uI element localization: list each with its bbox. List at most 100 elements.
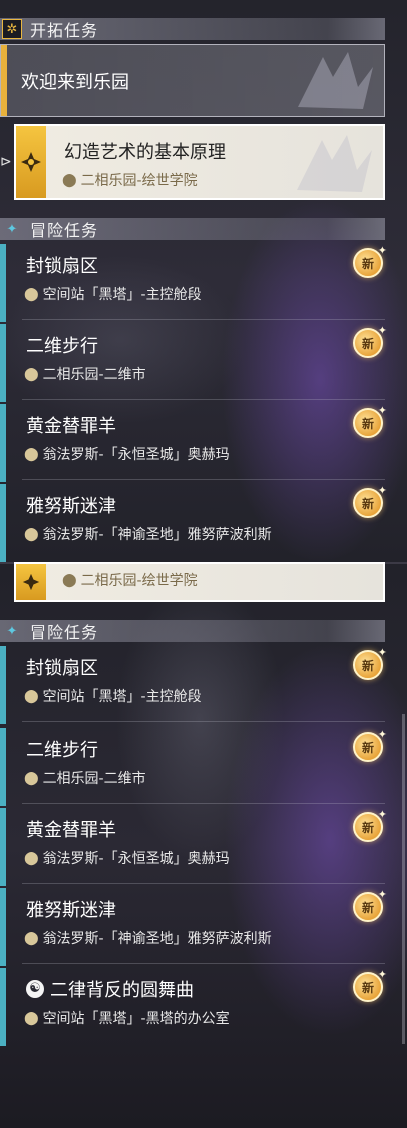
quest-title: 二律背反的圆舞曲 bbox=[50, 980, 194, 1001]
new-badge: 新 bbox=[353, 808, 387, 842]
quest-title-wrapper: ☯ 二律背反的圆舞曲 bbox=[26, 976, 194, 1002]
divider bbox=[22, 721, 385, 722]
divider bbox=[22, 399, 385, 400]
location-pin-icon: ⬤ bbox=[24, 688, 39, 704]
divider bbox=[22, 883, 385, 884]
selection-arrow-icon: ⊳ bbox=[0, 154, 12, 170]
new-badge: 新 bbox=[353, 324, 387, 358]
quest-title: 黄金替罪羊 bbox=[26, 820, 116, 841]
adventure-quest-item[interactable]: 封锁扇区 ⬤ 空间站「黑塔」-主控舱段 新 bbox=[0, 244, 387, 322]
trailblaze-header-label: 开拓任务 bbox=[30, 21, 99, 40]
adventure-quest-item[interactable]: 雅努斯迷津 ⬤ 翁法罗斯-「神谕圣地」雅努萨波利斯 新 bbox=[0, 484, 387, 562]
quest-location: ⬤ 二相乐园-绘世学院 bbox=[62, 170, 198, 190]
quest-location: ⬤ 翁法罗斯-「神谕圣地」雅努萨波利斯 bbox=[24, 928, 272, 948]
quest-location: ⬤ 空间站「黑塔」-主控舱段 bbox=[24, 284, 202, 304]
location-pin-icon: ⬤ bbox=[24, 850, 39, 866]
quest-title: 雅努斯迷津 bbox=[26, 900, 116, 921]
new-badge: 新 bbox=[353, 968, 387, 1002]
trailblaze-quest-welcome[interactable]: 欢迎来到乐园 bbox=[0, 44, 385, 117]
adventure-icon: ✦ bbox=[6, 623, 18, 639]
quest-accent-bar bbox=[0, 808, 6, 886]
trailblaze-quest-badge-icon bbox=[16, 126, 46, 198]
quest-accent-bar bbox=[0, 728, 6, 806]
quest-title: 封锁扇区 bbox=[26, 256, 98, 277]
trailblaze-quest-selected-partial[interactable]: ⬤ 二相乐园-绘世学院 bbox=[14, 562, 385, 602]
quest-location: ⬤ 翁法罗斯-「永恒圣城」奥赫玛 bbox=[24, 444, 230, 464]
decorative-emblem-icon bbox=[297, 135, 372, 192]
new-badge: 新 bbox=[353, 244, 387, 278]
divider bbox=[22, 479, 385, 480]
quest-location: ⬤ 翁法罗斯-「永恒圣城」奥赫玛 bbox=[24, 848, 230, 868]
quest-location-text: 空间站「黑塔」-黑塔的办公室 bbox=[42, 1011, 230, 1027]
quest-location: ⬤ 二相乐园-二维市 bbox=[24, 768, 146, 788]
quest-location: ⬤ 空间站「黑塔」-主控舱段 bbox=[24, 686, 202, 706]
adventure-quest-item[interactable]: 黄金替罪羊 ⬤ 翁法罗斯-「永恒圣城」奥赫玛 新 bbox=[0, 808, 387, 886]
new-badge: 新 bbox=[353, 404, 387, 438]
location-pin-icon: ⬤ bbox=[62, 572, 77, 588]
quest-title: 二维步行 bbox=[26, 740, 98, 761]
quest-title: 二维步行 bbox=[26, 336, 98, 357]
new-badge: 新 bbox=[353, 484, 387, 518]
quest-accent-bar bbox=[0, 888, 6, 966]
quest-location-text: 二相乐园-绘世学院 bbox=[80, 573, 198, 589]
quest-location-text: 翁法罗斯-「神谕圣地」雅努萨波利斯 bbox=[42, 527, 272, 543]
adventure-quest-item[interactable]: ☯ 二律背反的圆舞曲 ⬤ 空间站「黑塔」-黑塔的办公室 新 bbox=[0, 968, 387, 1046]
location-pin-icon: ⬤ bbox=[24, 1010, 39, 1026]
quest-panel-bottom: ⬤ 二相乐园-绘世学院 ✦ 冒险任务 封锁扇区 ⬤ 空间站「黑塔」-主控舱段 新 … bbox=[0, 562, 407, 1128]
location-pin-icon: ⬤ bbox=[24, 930, 39, 946]
quest-location-text: 翁法罗斯-「永恒圣城」奥赫玛 bbox=[42, 851, 230, 867]
adventure-header-label: 冒险任务 bbox=[30, 623, 99, 642]
adventure-header: ✦ 冒险任务 bbox=[0, 218, 385, 240]
location-pin-icon: ⬤ bbox=[24, 286, 39, 302]
new-badge: 新 bbox=[353, 728, 387, 762]
adventure-quest-item[interactable]: 二维步行 ⬤ 二相乐园-二维市 新 bbox=[0, 324, 387, 402]
quest-location-text: 二相乐园-绘世学院 bbox=[80, 173, 198, 189]
trailblaze-icon: ✲ bbox=[2, 19, 22, 39]
quest-title: 幻造艺术的基本原理 bbox=[64, 142, 226, 163]
scrollbar[interactable] bbox=[402, 714, 405, 1044]
trailblaze-quest-badge-icon bbox=[16, 564, 46, 600]
quest-accent-bar bbox=[0, 324, 6, 402]
swirl-icon: ☯ bbox=[26, 980, 44, 998]
quest-accent-bar bbox=[0, 968, 6, 1046]
quest-accent-bar bbox=[1, 45, 7, 116]
quest-location: ⬤ 二相乐园-二维市 bbox=[24, 364, 146, 384]
new-badge: 新 bbox=[353, 646, 387, 680]
location-pin-icon: ⬤ bbox=[24, 366, 39, 382]
adventure-quest-item[interactable]: 封锁扇区 ⬤ 空间站「黑塔」-主控舱段 新 bbox=[0, 646, 387, 724]
trailblaze-header: ✲ 开拓任务 bbox=[0, 18, 385, 40]
quest-title: 欢迎来到乐园 bbox=[21, 71, 129, 93]
adventure-icon: ✦ bbox=[6, 221, 18, 237]
quest-location-text: 空间站「黑塔」-主控舱段 bbox=[42, 689, 202, 705]
location-pin-icon: ⬤ bbox=[24, 526, 39, 542]
quest-location-text: 空间站「黑塔」-主控舱段 bbox=[42, 287, 202, 303]
quest-location: ⬤ 二相乐园-绘世学院 bbox=[62, 570, 198, 590]
location-pin-icon: ⬤ bbox=[24, 770, 39, 786]
quest-location: ⬤ 空间站「黑塔」-黑塔的办公室 bbox=[24, 1008, 230, 1028]
adventure-quest-item[interactable]: 雅努斯迷津 ⬤ 翁法罗斯-「神谕圣地」雅努萨波利斯 新 bbox=[0, 888, 387, 966]
adventure-header: ✦ 冒险任务 bbox=[0, 620, 385, 642]
quest-title: 封锁扇区 bbox=[26, 658, 98, 679]
divider bbox=[22, 963, 385, 964]
divider bbox=[22, 803, 385, 804]
divider bbox=[22, 319, 385, 320]
location-pin-icon: ⬤ bbox=[24, 446, 39, 462]
quest-accent-bar bbox=[0, 404, 6, 482]
quest-location-text: 二相乐园-二维市 bbox=[42, 771, 146, 787]
quest-accent-bar bbox=[0, 646, 6, 724]
decorative-emblem-icon bbox=[298, 52, 373, 109]
trailblaze-quest-selected[interactable]: 幻造艺术的基本原理 ⬤ 二相乐园-绘世学院 bbox=[14, 124, 385, 200]
quest-location-text: 翁法罗斯-「永恒圣城」奥赫玛 bbox=[42, 447, 230, 463]
quest-location-text: 翁法罗斯-「神谕圣地」雅努萨波利斯 bbox=[42, 931, 272, 947]
location-pin-icon: ⬤ bbox=[62, 172, 77, 188]
quest-accent-bar bbox=[0, 484, 6, 562]
adventure-quest-item[interactable]: 黄金替罪羊 ⬤ 翁法罗斯-「永恒圣城」奥赫玛 新 bbox=[0, 404, 387, 482]
quest-title: 黄金替罪羊 bbox=[26, 416, 116, 437]
quest-title: 雅努斯迷津 bbox=[26, 496, 116, 517]
adventure-header-label: 冒险任务 bbox=[30, 221, 99, 240]
quest-accent-bar bbox=[0, 244, 6, 322]
adventure-quest-item[interactable]: 二维步行 ⬤ 二相乐园-二维市 新 bbox=[0, 728, 387, 806]
quest-location-text: 二相乐园-二维市 bbox=[42, 367, 146, 383]
quest-location: ⬤ 翁法罗斯-「神谕圣地」雅努萨波利斯 bbox=[24, 524, 272, 544]
quest-panel-top: ✲ 开拓任务 欢迎来到乐园 ⊳ 幻造艺术的基本原理 ⬤ 二相乐园-绘世学院 ✦ … bbox=[0, 0, 407, 562]
